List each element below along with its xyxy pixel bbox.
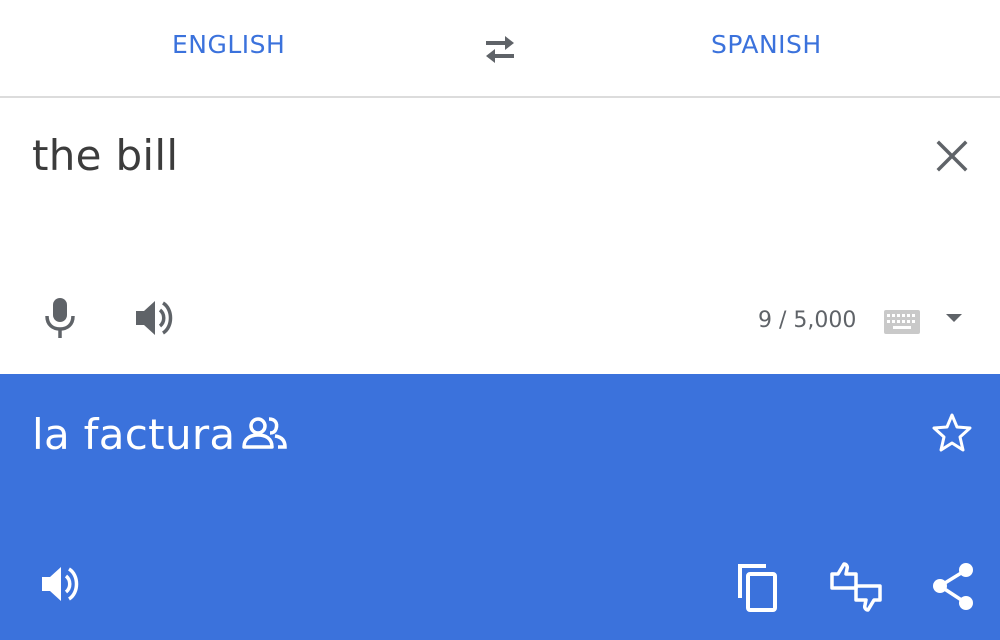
target-language-button[interactable]: SPANISH: [711, 30, 822, 59]
mic-icon: [45, 298, 75, 338]
share-translation-button[interactable]: [926, 560, 980, 614]
swap-arrows-icon: [486, 36, 514, 63]
dropdown-arrow-icon: [946, 314, 962, 322]
listen-source-button[interactable]: [132, 296, 180, 340]
keyboard-button[interactable]: [884, 310, 920, 334]
translated-text: la factura: [32, 410, 236, 459]
copy-icon: [738, 564, 777, 612]
speaker-icon: [136, 301, 173, 335]
star-icon: [932, 413, 972, 452]
language-bar: ENGLISH SPANISH: [0, 0, 1000, 98]
feedback-icon: [830, 562, 882, 612]
close-icon: [936, 140, 968, 172]
input-panel: the bill 9 / 5,000: [0, 98, 1000, 374]
character-count: 9 / 5,000: [758, 308, 857, 333]
save-translation-button[interactable]: [928, 408, 976, 456]
source-language-button[interactable]: ENGLISH: [172, 30, 285, 59]
copy-translation-button[interactable]: [732, 560, 786, 614]
listen-translation-button[interactable]: [38, 562, 86, 606]
input-options-dropdown[interactable]: [942, 310, 966, 326]
rate-translation-button[interactable]: [826, 560, 886, 614]
keyboard-icon: [884, 310, 920, 334]
voice-input-button[interactable]: [38, 296, 82, 340]
community-verified-icon: [242, 417, 287, 449]
community-verified-badge[interactable]: [240, 414, 290, 454]
speaker-icon: [42, 567, 79, 601]
output-panel: la factura: [0, 374, 1000, 640]
source-text-input[interactable]: the bill: [32, 131, 178, 180]
clear-input-button[interactable]: [928, 132, 976, 180]
swap-languages-button[interactable]: [480, 29, 520, 69]
share-icon: [933, 563, 973, 610]
